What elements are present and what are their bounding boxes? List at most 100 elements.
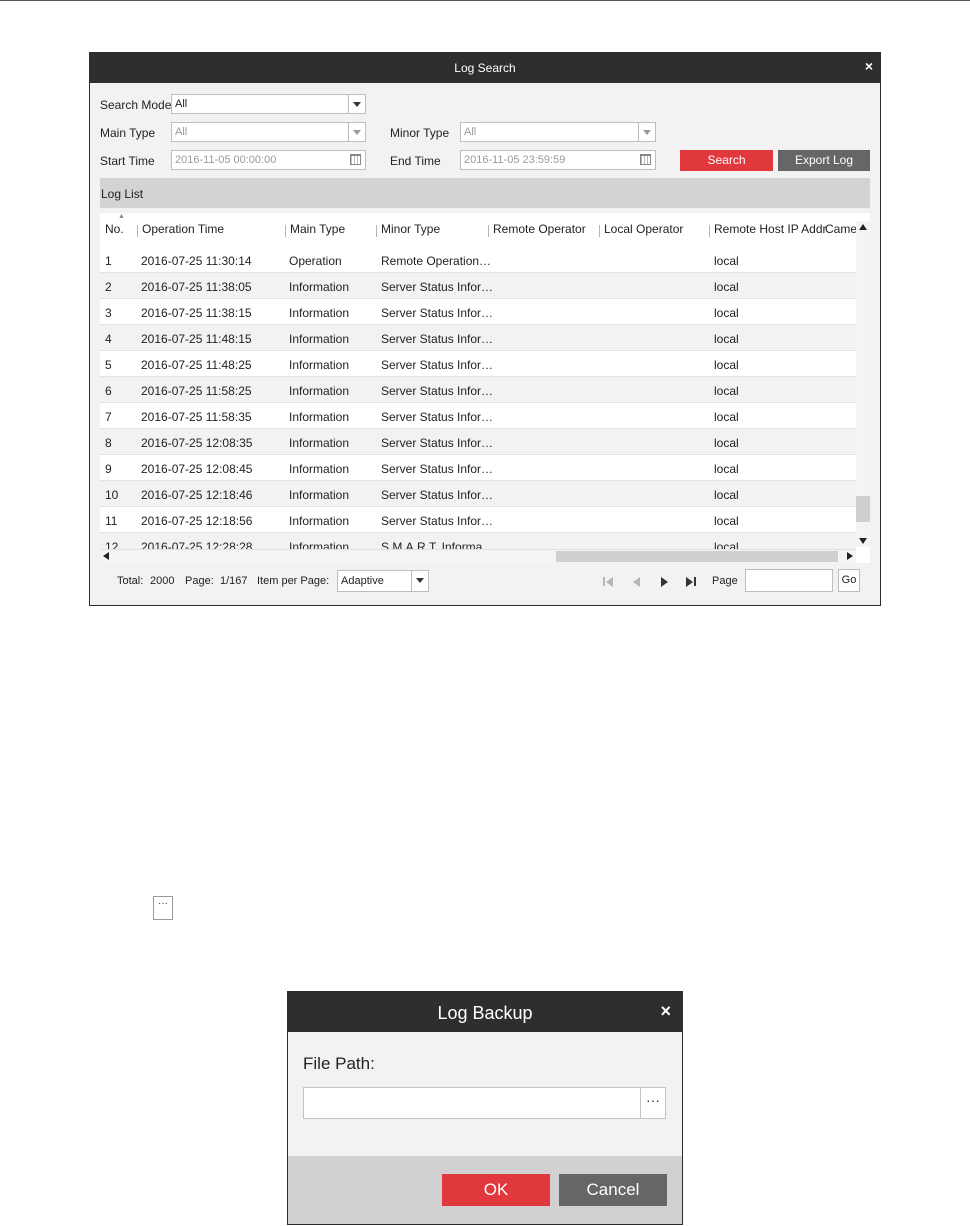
cell-operation-time: 2016-07-25 11:48:25 bbox=[141, 358, 252, 372]
cell-remote-host: local bbox=[714, 358, 739, 372]
table-row[interactable]: 3 2016-07-25 11:38:15 Information Server… bbox=[100, 299, 856, 325]
calendar-icon[interactable] bbox=[348, 152, 364, 168]
chevron-down-icon[interactable] bbox=[411, 571, 428, 591]
cell-main-type: Information bbox=[289, 332, 350, 346]
dialog-title: Log Search bbox=[454, 61, 516, 75]
title-bar: Log Search × bbox=[90, 53, 880, 83]
close-icon[interactable]: × bbox=[660, 1001, 671, 1022]
column-divider[interactable] bbox=[599, 225, 600, 237]
start-time-value: 2016-11-05 00:00:00 bbox=[175, 154, 277, 166]
close-icon[interactable]: × bbox=[865, 58, 873, 74]
scroll-down-icon[interactable] bbox=[856, 535, 870, 547]
column-divider[interactable] bbox=[285, 225, 286, 237]
cell-remote-host: local bbox=[714, 306, 739, 320]
calendar-icon[interactable] bbox=[638, 152, 654, 168]
column-divider[interactable] bbox=[709, 225, 710, 237]
chevron-down-icon[interactable] bbox=[638, 123, 655, 141]
col-remote-operator[interactable]: Remote Operator bbox=[493, 222, 586, 236]
start-time-input[interactable]: 2016-11-05 00:00:00 bbox=[171, 150, 366, 170]
cell-minor-type: Server Status Infor… bbox=[381, 514, 494, 528]
column-divider[interactable] bbox=[137, 225, 138, 237]
cell-remote-host: local bbox=[714, 436, 739, 450]
cell-no: 7 bbox=[105, 410, 112, 424]
scroll-right-icon[interactable] bbox=[842, 550, 856, 563]
next-page-icon[interactable] bbox=[657, 575, 671, 589]
browse-icon[interactable]: ··· bbox=[640, 1088, 665, 1118]
previous-page-icon[interactable] bbox=[630, 575, 644, 589]
chevron-down-icon[interactable] bbox=[348, 123, 365, 141]
cell-main-type: Information bbox=[289, 436, 350, 450]
col-operation-time[interactable]: Operation Time bbox=[142, 222, 224, 236]
column-divider[interactable] bbox=[488, 225, 489, 237]
table-row[interactable]: 11 2016-07-25 12:18:56 Information Serve… bbox=[100, 507, 856, 533]
cell-no: 1 bbox=[105, 254, 112, 268]
main-type-label: Main Type bbox=[100, 126, 156, 140]
first-page-icon[interactable] bbox=[601, 575, 615, 589]
column-divider[interactable] bbox=[376, 225, 377, 237]
vertical-scrollbar[interactable] bbox=[856, 221, 870, 547]
cell-main-type: Information bbox=[289, 514, 350, 528]
ok-button[interactable]: OK bbox=[442, 1174, 550, 1206]
scroll-thumb[interactable] bbox=[856, 496, 870, 522]
table-row[interactable]: 2 2016-07-25 11:38:05 Information Server… bbox=[100, 273, 856, 299]
cell-no: 2 bbox=[105, 280, 112, 294]
log-backup-dialog: Log Backup × File Path: ··· OK Cancel bbox=[287, 991, 683, 1225]
cell-operation-time: 2016-07-25 11:38:15 bbox=[141, 306, 252, 320]
log-list-title: Log List bbox=[101, 187, 144, 201]
items-per-page-label: Item per Page: bbox=[257, 575, 330, 587]
col-remote-host-ip[interactable]: Remote Host IP Addr bbox=[714, 222, 827, 236]
search-mode-label: Search Mode bbox=[100, 98, 172, 112]
file-path-input[interactable]: ··· bbox=[303, 1087, 666, 1119]
cell-operation-time: 2016-07-25 11:38:05 bbox=[141, 280, 252, 294]
table-row[interactable]: 8 2016-07-25 12:08:35 Information Server… bbox=[100, 429, 856, 455]
table-row[interactable]: 5 2016-07-25 11:48:25 Information Server… bbox=[100, 351, 856, 377]
horizontal-scrollbar[interactable] bbox=[100, 549, 856, 563]
cell-minor-type: Server Status Infor… bbox=[381, 462, 494, 476]
scrollbar-corner bbox=[856, 549, 870, 563]
main-type-select[interactable]: All bbox=[171, 122, 366, 142]
chevron-down-icon[interactable] bbox=[348, 95, 365, 113]
end-time-value: 2016-11-05 23:59:59 bbox=[464, 154, 566, 166]
search-button[interactable]: Search bbox=[680, 150, 773, 171]
col-main-type[interactable]: Main Type bbox=[290, 222, 345, 236]
goto-page-input[interactable] bbox=[745, 569, 833, 592]
cell-no: 8 bbox=[105, 436, 112, 450]
items-per-page-select[interactable]: Adaptive bbox=[337, 570, 429, 592]
go-button[interactable]: Go bbox=[838, 569, 860, 592]
items-per-page-value: Adaptive bbox=[341, 575, 384, 587]
cell-no: 3 bbox=[105, 306, 112, 320]
page-label: Page: bbox=[185, 575, 214, 587]
export-log-button[interactable]: Export Log bbox=[778, 150, 870, 171]
table-row[interactable]: 1 2016-07-25 11:30:14 Operation Remote O… bbox=[100, 247, 856, 273]
table-row[interactable]: 7 2016-07-25 11:58:35 Information Server… bbox=[100, 403, 856, 429]
search-mode-value: All bbox=[175, 98, 188, 110]
table-row[interactable]: 10 2016-07-25 12:18:46 Information Serve… bbox=[100, 481, 856, 507]
scroll-left-icon[interactable] bbox=[100, 550, 114, 563]
cell-no: 10 bbox=[105, 488, 119, 502]
cancel-button[interactable]: Cancel bbox=[559, 1174, 667, 1206]
col-camera[interactable]: Came bbox=[825, 222, 857, 236]
cell-no: 4 bbox=[105, 332, 112, 346]
cell-main-type: Information bbox=[289, 358, 350, 372]
col-local-operator[interactable]: Local Operator bbox=[604, 222, 683, 236]
table-row[interactable]: 6 2016-07-25 11:58:25 Information Server… bbox=[100, 377, 856, 403]
cell-no: 5 bbox=[105, 358, 112, 372]
scroll-thumb[interactable] bbox=[556, 551, 838, 562]
scroll-up-icon[interactable] bbox=[856, 221, 870, 233]
table-row[interactable]: 9 2016-07-25 12:08:45 Information Server… bbox=[100, 455, 856, 481]
cell-minor-type: Server Status Infor… bbox=[381, 306, 494, 320]
total-label: Total: bbox=[117, 575, 144, 587]
col-no[interactable]: No. bbox=[105, 222, 124, 236]
dialog-title: Log Backup bbox=[437, 1003, 533, 1023]
end-time-input[interactable]: 2016-11-05 23:59:59 bbox=[460, 150, 656, 170]
cell-main-type: Operation bbox=[289, 254, 342, 268]
last-page-icon[interactable] bbox=[684, 575, 698, 589]
cell-no: 9 bbox=[105, 462, 112, 476]
search-mode-select[interactable]: All bbox=[171, 94, 366, 114]
cell-minor-type: Server Status Infor… bbox=[381, 436, 494, 450]
col-minor-type[interactable]: Minor Type bbox=[381, 222, 440, 236]
cell-remote-host: local bbox=[714, 462, 739, 476]
sort-indicator-icon: ▲ bbox=[118, 213, 125, 220]
minor-type-select[interactable]: All bbox=[460, 122, 656, 142]
table-row[interactable]: 4 2016-07-25 11:48:15 Information Server… bbox=[100, 325, 856, 351]
